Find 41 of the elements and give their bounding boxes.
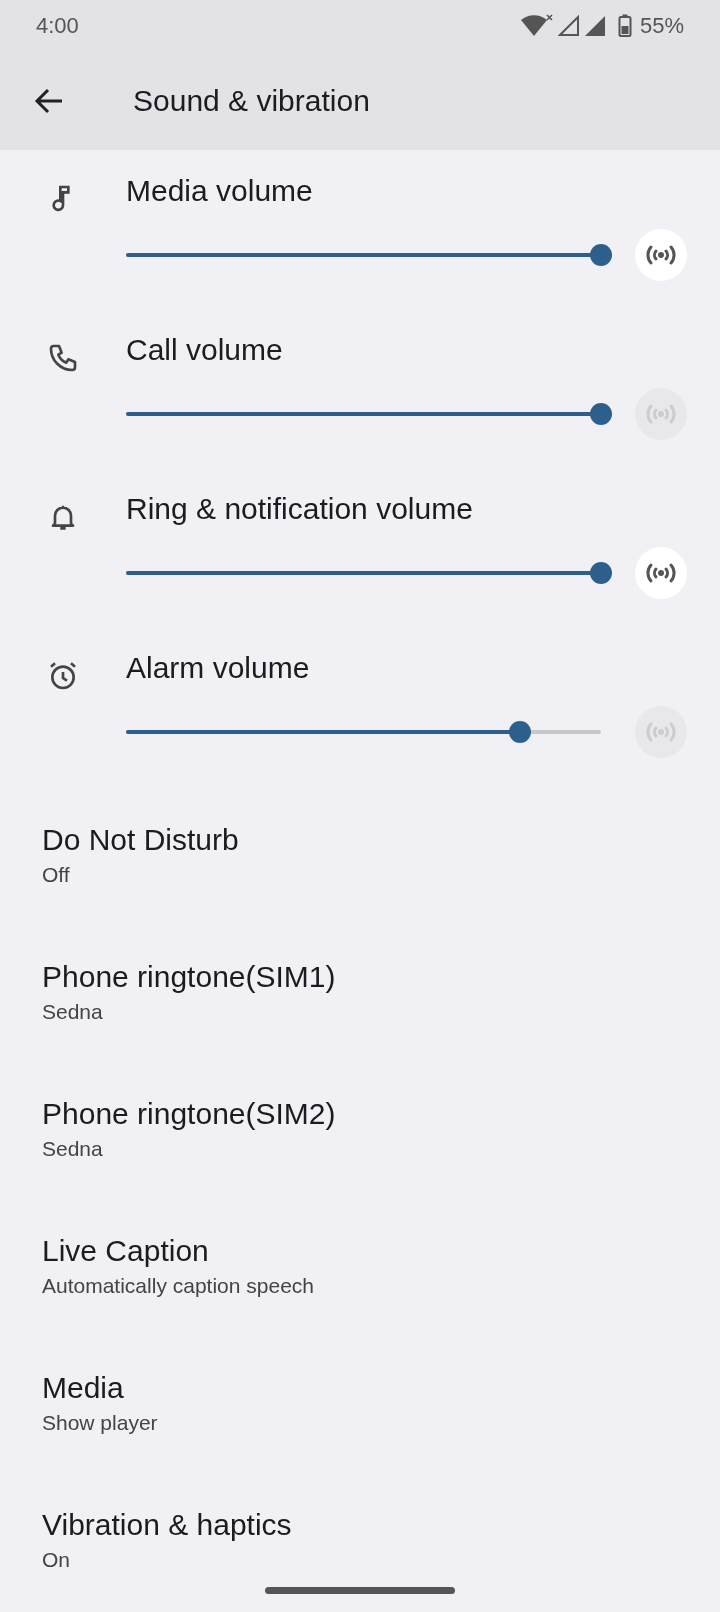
signal-icon — [557, 15, 580, 37]
setting-summary: On — [42, 1547, 71, 1572]
setting-summary: Sedna — [42, 999, 104, 1024]
broadcast-icon — [643, 403, 678, 425]
setting-summary: Off — [42, 862, 71, 887]
broadcast-icon — [643, 244, 678, 266]
slider-thumb[interactable] — [509, 721, 532, 743]
settings-item[interactable]: Media Show player — [0, 1334, 720, 1471]
settings-item[interactable]: Phone ringtone(SIM1) Sedna — [0, 923, 720, 1060]
volume-label: Call volume — [126, 333, 284, 367]
signal-icon — [583, 15, 606, 37]
setting-title: Media — [42, 1370, 125, 1405]
battery-percentage: 55% — [639, 13, 684, 39]
screen-title: Sound & vibration — [133, 84, 370, 118]
settings-item[interactable]: Do Not Disturb Off — [0, 786, 720, 923]
settings-item[interactable]: Vibration & haptics On — [0, 1471, 720, 1608]
setting-summary: Sedna — [42, 1136, 104, 1161]
wifi-icon — [519, 14, 554, 38]
slider-thumb[interactable] — [590, 562, 612, 584]
volume-label: Alarm volume — [126, 651, 311, 685]
setting-title: Live Caption — [42, 1233, 210, 1268]
navigation-handle[interactable] — [265, 1587, 455, 1594]
setting-title: Phone ringtone(SIM1) — [42, 959, 337, 994]
setting-title: Do Not Disturb — [42, 822, 240, 857]
setting-summary: Automatically caption speech — [42, 1273, 315, 1298]
volume-label: Media volume — [126, 174, 314, 208]
status-time: 4:00 — [36, 13, 80, 39]
settings-item[interactable]: Live Caption Automatically caption speech — [0, 1197, 720, 1334]
slider-thumb[interactable] — [590, 244, 612, 266]
setting-title: Phone ringtone(SIM2) — [42, 1096, 337, 1131]
setting-summary: Show player — [42, 1410, 159, 1435]
slider-thumb[interactable] — [590, 403, 612, 425]
phone-icon — [47, 342, 79, 374]
broadcast-icon — [643, 721, 678, 743]
volume-label: Ring & notification volume — [126, 492, 474, 526]
alarm-clock-icon — [47, 660, 79, 692]
back-arrow-icon — [34, 88, 64, 114]
settings-item[interactable]: Phone ringtone(SIM2) Sedna — [0, 1060, 720, 1197]
broadcast-icon — [643, 562, 678, 584]
battery-icon — [617, 14, 632, 38]
setting-title: Vibration & haptics — [42, 1507, 293, 1542]
